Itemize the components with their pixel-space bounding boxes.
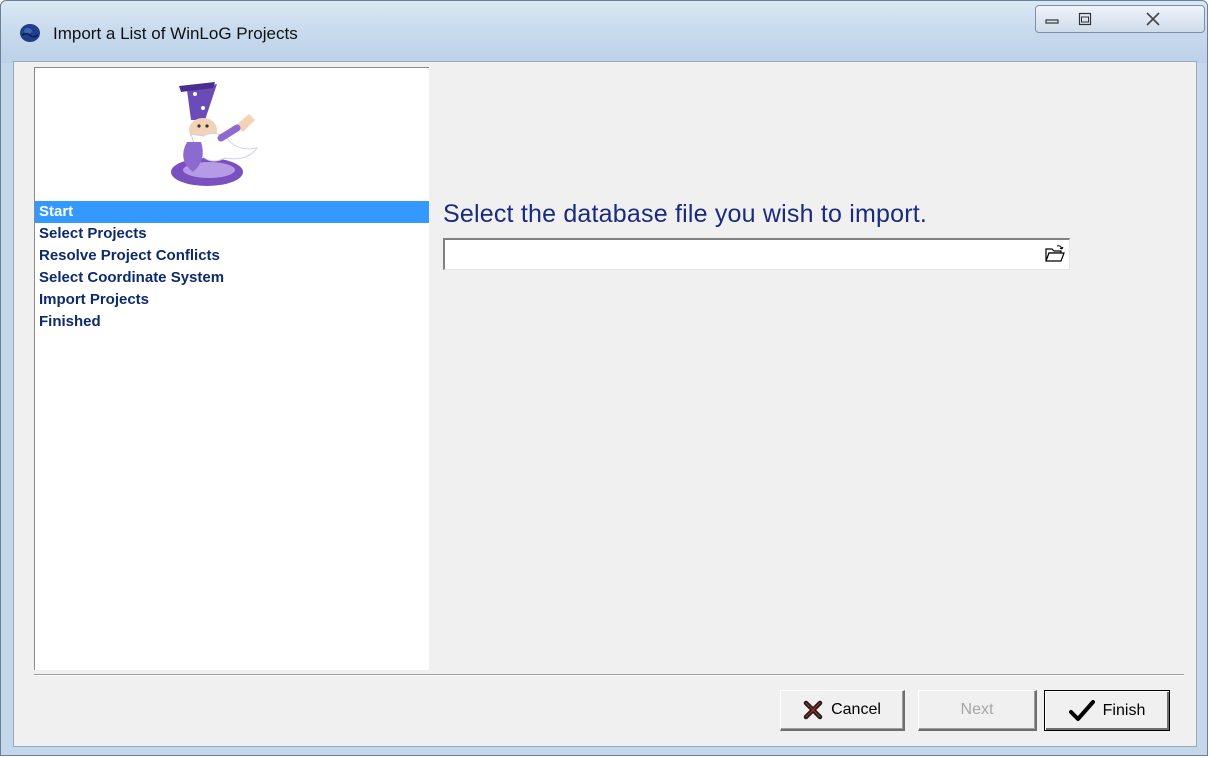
globe-icon [19, 23, 41, 43]
step-start[interactable]: Start [35, 201, 429, 223]
step-select-projects[interactable]: Select Projects [35, 223, 429, 245]
file-path-field [443, 238, 1070, 270]
title-bar[interactable]: Import a List of WinLoG Projects [1, 1, 1207, 63]
maximize-button[interactable] [1068, 5, 1102, 33]
wizard-body: Start Select Projects Resolve Project Co… [13, 61, 1197, 747]
minimize-icon [1045, 19, 1059, 24]
finish-label: Finish [1102, 701, 1146, 719]
divider-highlight [34, 675, 1184, 676]
import-wizard-window: Import a List of WinLoG Projects Start S… [0, 0, 1208, 756]
step-select-coordinate-system[interactable]: Select Coordinate System [35, 267, 429, 289]
window-title: Import a List of WinLoG Projects [53, 24, 298, 43]
page-title: Select the database file you wish to imp… [443, 200, 928, 228]
close-icon [1145, 12, 1160, 26]
steps-panel: Start Select Projects Resolve Project Co… [34, 67, 429, 670]
checkmark-icon [1068, 699, 1095, 722]
step-resolve-conflicts[interactable]: Resolve Project Conflicts [35, 245, 429, 267]
close-button[interactable] [1101, 5, 1205, 33]
minimize-button[interactable] [1035, 5, 1069, 33]
step-import-projects[interactable]: Import Projects [35, 289, 429, 311]
cancel-button[interactable]: Cancel [780, 690, 905, 731]
wizard-mascot-icon [171, 82, 259, 186]
finish-button[interactable]: Finish [1044, 690, 1170, 731]
maximize-icon [1078, 12, 1091, 26]
step-finished[interactable]: Finished [35, 311, 429, 333]
next-label: Next [960, 701, 994, 718]
x-mark-icon [803, 700, 823, 720]
cancel-label: Cancel [831, 701, 881, 718]
open-folder-icon[interactable] [1044, 243, 1066, 265]
file-path-input[interactable] [447, 242, 1041, 268]
next-button[interactable]: Next [918, 690, 1037, 731]
step-list: Start Select Projects Resolve Project Co… [35, 201, 429, 333]
